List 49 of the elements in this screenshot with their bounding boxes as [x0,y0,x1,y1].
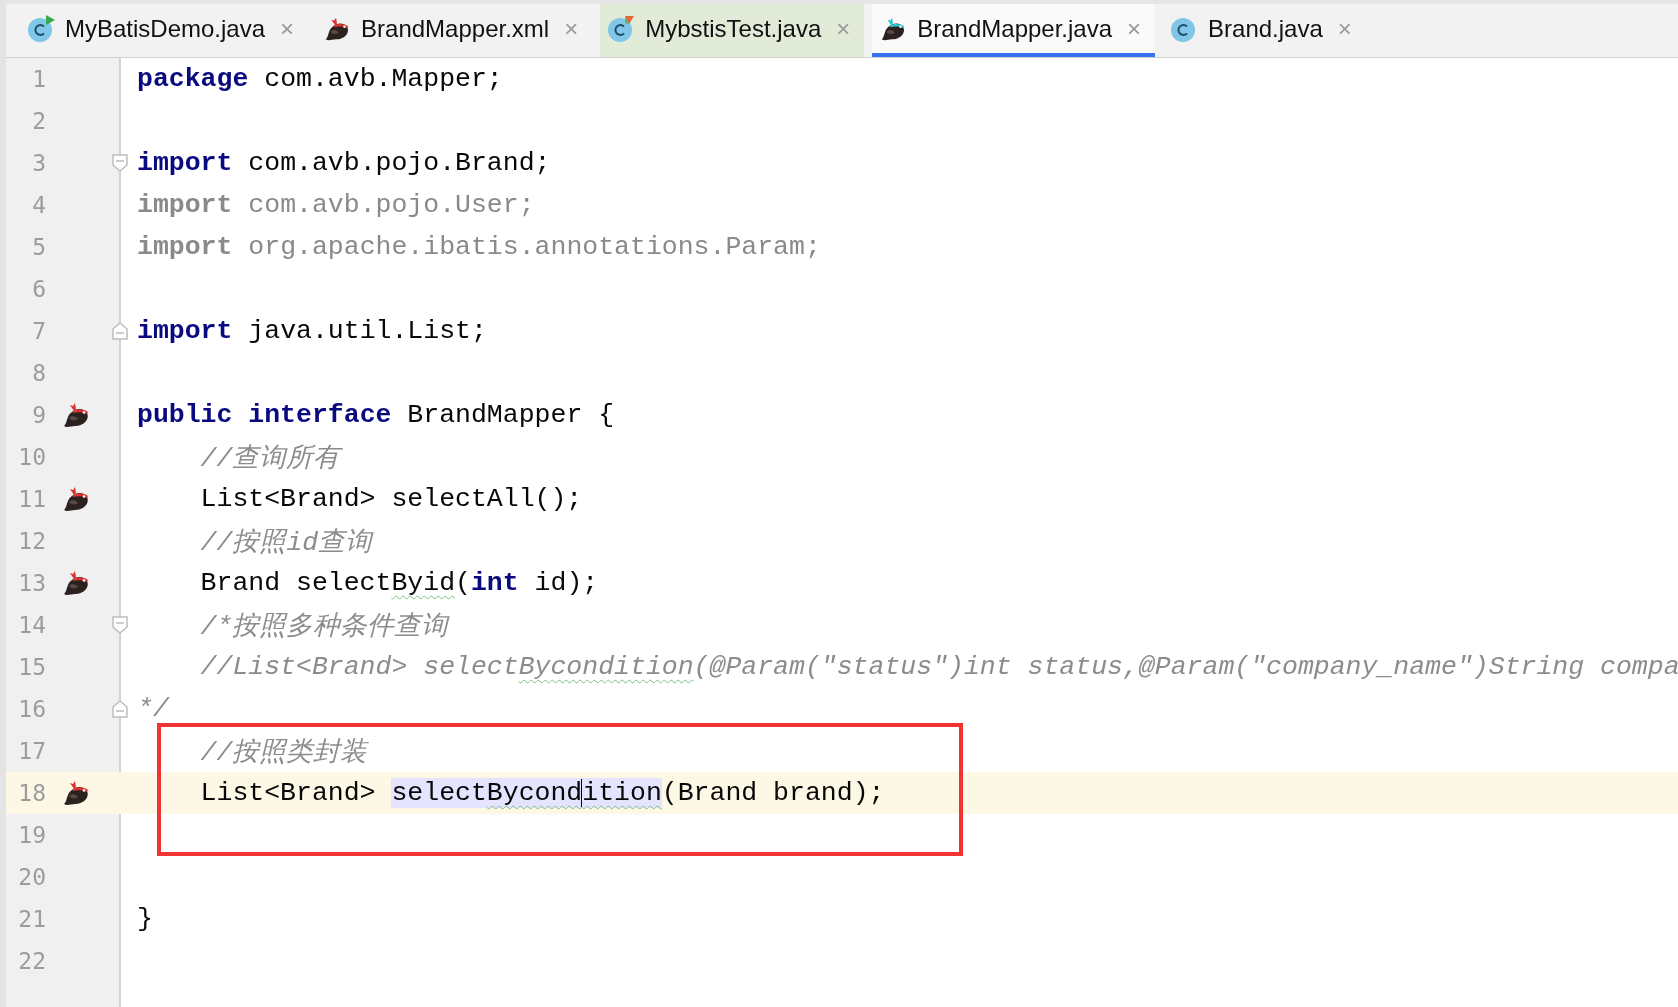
editor-tab[interactable]: Brand.java × [1163,4,1366,57]
editor-tab[interactable]: MyBatisDemo.java × [20,4,309,57]
code-line: List<Brand> selectAll(); [199,484,583,514]
line-number: 11 [17,486,46,512]
line-number: 1 [31,66,46,92]
editor-tab[interactable]: BrandMapper.xml × [316,4,593,57]
line-number: 14 [17,612,46,638]
code-line: import com.avb.pojo.Brand; [137,148,551,178]
line-number: 4 [31,192,46,218]
line-number: 3 [31,150,46,176]
code-line: public interface BrandMapper { [137,400,615,430]
editor-tab[interactable]: BrandMapper.java × [872,4,1156,57]
code-line: Brand selectByid(int id); [199,568,599,598]
line-number: 17 [17,738,46,764]
code-line: //查询所有 [199,443,341,475]
line-number: 22 [17,948,46,974]
line-number: 18 [17,780,46,806]
line-number: 10 [17,444,46,470]
code-line: import java.util.List; [137,316,487,346]
line-number: 8 [31,360,46,386]
line-number: 2 [31,108,46,134]
line-number: 13 [17,570,46,596]
code-line: */ [137,694,169,724]
line-number: 16 [17,696,46,722]
code-line: //按照id查询 [199,527,373,559]
line-number: 12 [17,528,46,554]
line-number: 19 [17,822,46,848]
code-line: //List<Brand> selectBycondition(@Param("status")int status,@Param("company_name")String compa [199,652,1678,682]
code-line: import org.apache.ibatis.annotations.Param; [137,232,821,262]
code-line: List<Brand> selectBycondition(Brand brand); [199,778,885,808]
line-number: 7 [31,318,46,344]
class-icon [606,13,637,44]
editor-tab[interactable]: MybstisTest.java × [600,4,865,57]
code-line: //按照类封装 [199,737,368,769]
line-number: 5 [31,234,46,260]
line-number: 21 [17,906,46,932]
code-line: package com.avb.Mapper; [137,64,503,94]
fold-icon[interactable] [111,321,129,341]
fold-icon[interactable] [111,615,129,635]
code-line: } [137,904,153,934]
fold-icon[interactable] [111,699,129,719]
line-number: 6 [31,276,46,302]
class-icon [26,13,56,44]
line-number: 15 [17,654,46,680]
fold-icon[interactable] [111,153,129,173]
code-line: /*按照多种条件查询 [199,611,449,643]
line-number: 20 [17,864,46,890]
code-line: import com.avb.pojo.User; [137,190,535,220]
line-number: 9 [31,402,46,428]
